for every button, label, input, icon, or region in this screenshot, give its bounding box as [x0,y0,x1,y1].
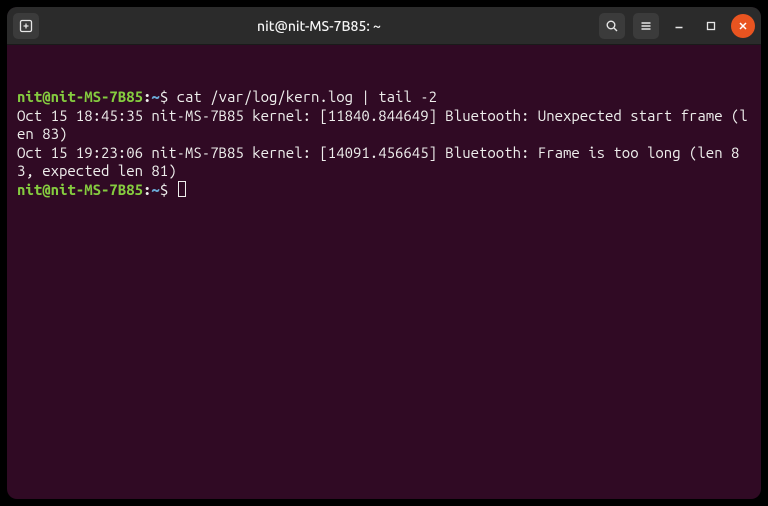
terminal-body[interactable]: nit@nit-MS-7B85:~$ cat /var/log/kern.log… [7,45,761,242]
cursor [178,181,186,197]
prompt-dollar: $ [160,181,168,198]
search-button[interactable] [599,13,625,39]
titlebar: nit@nit-MS-7B85: ~ [7,7,761,45]
prompt-user-host: nit@nit-MS-7B85 [17,88,143,105]
prompt-line-1: nit@nit-MS-7B85:~$ cat /var/log/kern.log… [17,88,751,107]
minimize-button[interactable] [667,14,691,38]
new-tab-button[interactable] [13,13,39,39]
terminal-window: nit@nit-MS-7B85: ~ [7,7,761,499]
maximize-button[interactable] [699,14,723,38]
prompt-line-2: nit@nit-MS-7B85:~$ [17,181,751,200]
prompt-user-host: nit@nit-MS-7B85 [17,181,143,198]
output-line-1: Oct 15 18:45:35 nit-MS-7B85 kernel: [118… [17,107,751,144]
hamburger-menu-button[interactable] [633,13,659,39]
close-button[interactable] [731,14,755,38]
window-title: nit@nit-MS-7B85: ~ [257,18,381,34]
output-line-2: Oct 15 19:23:06 nit-MS-7B85 kernel: [140… [17,144,751,181]
command-text: cat /var/log/kern.log | tail -2 [168,88,437,105]
prompt-dollar: $ [160,88,168,105]
prompt-path: ~ [151,88,159,105]
prompt-path: ~ [151,181,159,198]
